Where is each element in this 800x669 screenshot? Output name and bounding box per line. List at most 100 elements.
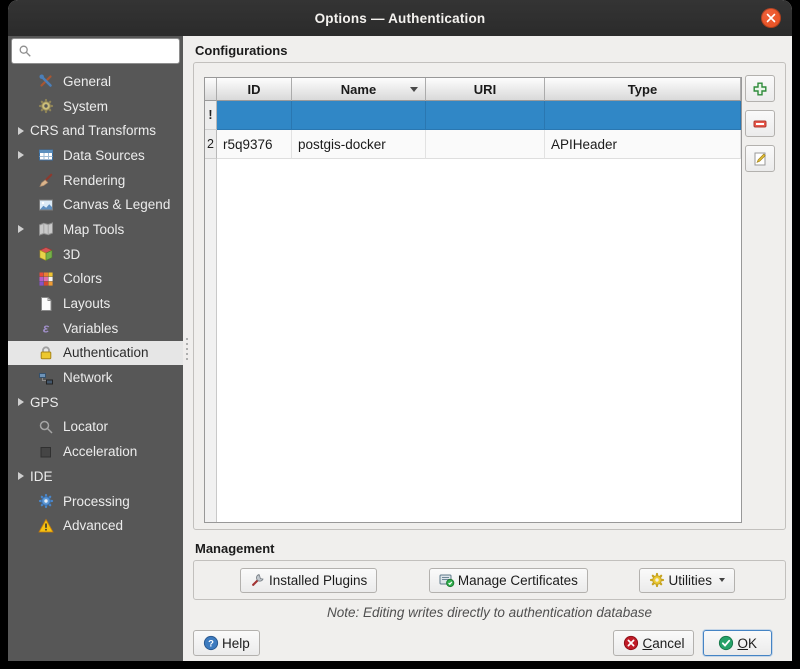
settings-sidebar: General — [8, 36, 183, 661]
table-corner-cell[interactable] — [205, 78, 217, 101]
sidebar-item-3d[interactable]: 3D — [8, 242, 183, 267]
add-configuration-button[interactable] — [745, 75, 775, 102]
table-cell-id[interactable] — [217, 101, 292, 130]
epsilon-icon: ε — [38, 320, 54, 336]
page-layout-icon — [38, 296, 54, 312]
sidebar-item-label: CRS and Transforms — [30, 123, 156, 138]
remove-configuration-button[interactable] — [745, 110, 775, 137]
help-icon: ? — [203, 635, 219, 651]
table-icon — [38, 147, 54, 163]
sidebar-item-ide[interactable]: IDE — [8, 464, 183, 489]
pencil-icon — [752, 151, 768, 167]
table-cell-uri[interactable] — [426, 101, 545, 130]
map-icon — [38, 221, 54, 237]
square-icon — [38, 444, 54, 460]
screen-background: Options — Authentication — [0, 0, 800, 669]
dropdown-caret-icon — [719, 578, 725, 582]
sidebar-item-general[interactable]: General — [8, 69, 183, 94]
sidebar-item-label: General — [63, 74, 111, 89]
magnifier-gray-icon — [38, 419, 54, 435]
utilities-button[interactable]: Utilities — [639, 568, 735, 593]
authentication-panel: Configurations ID Name URI Type ! — [190, 36, 792, 661]
sidebar-item-label: Advanced — [63, 518, 123, 533]
wrench-icon — [250, 572, 266, 588]
sidebar-item-layouts[interactable]: Layouts — [8, 291, 183, 316]
search-input[interactable] — [36, 43, 175, 60]
sidebar-item-locator[interactable]: Locator — [8, 415, 183, 440]
sidebar-item-variables[interactable]: ε Variables — [8, 316, 183, 341]
titlebar: Options — Authentication — [8, 0, 792, 36]
sidebar-item-network[interactable]: Network — [8, 365, 183, 390]
close-icon — [766, 13, 776, 23]
sidebar-item-label: Rendering — [63, 173, 125, 188]
ok-button[interactable]: OK — [703, 630, 772, 656]
sidebar-item-canvas-legend[interactable]: Canvas & Legend — [8, 192, 183, 217]
expand-arrow-icon[interactable] — [14, 225, 28, 233]
installed-plugins-button[interactable]: Installed Plugins — [240, 568, 377, 593]
row-header[interactable]: 2 — [205, 130, 217, 159]
svg-text:?: ? — [208, 638, 214, 649]
processing-gear-icon — [38, 493, 54, 509]
sidebar-splitter-handle[interactable] — [183, 36, 190, 661]
help-button[interactable]: ? Help — [193, 630, 260, 656]
sidebar-item-crs-and-transforms[interactable]: CRS and Transforms — [8, 118, 183, 143]
edit-configuration-button[interactable] — [745, 145, 775, 172]
sidebar-item-map-tools[interactable]: Map Tools — [8, 217, 183, 242]
management-label: Management — [195, 542, 786, 556]
minus-icon — [752, 116, 768, 132]
cancel-button[interactable]: Cancel — [613, 630, 694, 656]
paintbrush-icon — [38, 172, 54, 188]
column-header-uri[interactable]: URI — [426, 78, 545, 101]
ok-icon — [718, 635, 734, 651]
expand-arrow-icon[interactable] — [14, 151, 28, 159]
table-cell-type[interactable]: APIHeader — [545, 130, 741, 159]
window-title: Options — Authentication — [315, 11, 486, 26]
sort-descending-icon — [410, 87, 418, 92]
sidebar-item-label: Map Tools — [63, 222, 124, 237]
sidebar-item-system[interactable]: System — [8, 94, 183, 119]
expand-arrow-icon[interactable] — [14, 398, 28, 406]
sidebar-item-data-sources[interactable]: Data Sources — [8, 143, 183, 168]
sidebar-item-authentication[interactable]: Authentication — [8, 341, 183, 366]
expand-arrow-icon[interactable] — [14, 127, 28, 135]
canvas-image-icon — [38, 197, 54, 213]
configurations-groupbox: ID Name URI Type ! 2 r5q9376 — [193, 62, 786, 530]
sidebar-item-label: 3D — [63, 247, 80, 262]
sidebar-item-label: Canvas & Legend — [63, 197, 170, 212]
system-gear-icon — [38, 98, 54, 114]
row-header[interactable]: ! — [205, 101, 217, 130]
warning-icon — [38, 518, 54, 534]
table-cell-name[interactable]: postgis-docker — [292, 130, 426, 159]
sidebar-item-label: System — [63, 99, 108, 114]
table-cell-type[interactable] — [545, 101, 741, 130]
sidebar-item-rendering[interactable]: Rendering — [8, 168, 183, 193]
sidebar-item-label: IDE — [30, 469, 53, 484]
configurations-label: Configurations — [195, 44, 786, 58]
dialog-footer: ? Help Cancel — [193, 630, 786, 656]
row-header-filler — [205, 159, 217, 522]
sidebar-item-label: Colors — [63, 271, 102, 286]
table-cell-name[interactable] — [292, 101, 426, 130]
tools-icon — [38, 73, 54, 89]
manage-certificates-button[interactable]: Manage Certificates — [429, 568, 588, 593]
options-dialog: Options — Authentication — [8, 0, 792, 661]
table-cell-id[interactable]: r5q9376 — [217, 130, 292, 159]
sidebar-item-label: Network — [63, 370, 113, 385]
sidebar-item-label: Authentication — [63, 345, 149, 360]
table-cell-uri[interactable] — [426, 130, 545, 159]
sidebar-item-advanced[interactable]: Advanced — [8, 513, 183, 538]
management-groupbox: Installed Plugins Manage — [193, 560, 786, 600]
sidebar-item-processing[interactable]: Processing — [8, 489, 183, 514]
column-header-id[interactable]: ID — [217, 78, 292, 101]
sidebar-item-acceleration[interactable]: Acceleration — [8, 439, 183, 464]
plus-icon — [752, 81, 768, 97]
configurations-table: ID Name URI Type ! 2 r5q9376 — [204, 77, 742, 523]
network-icon — [38, 370, 54, 386]
sidebar-item-colors[interactable]: Colors — [8, 267, 183, 292]
close-button[interactable] — [761, 8, 781, 28]
sidebar-item-gps[interactable]: GPS — [8, 390, 183, 415]
column-header-type[interactable]: Type — [545, 78, 741, 101]
expand-arrow-icon[interactable] — [14, 472, 28, 480]
column-header-name[interactable]: Name — [292, 78, 426, 101]
certificate-icon — [439, 572, 455, 588]
